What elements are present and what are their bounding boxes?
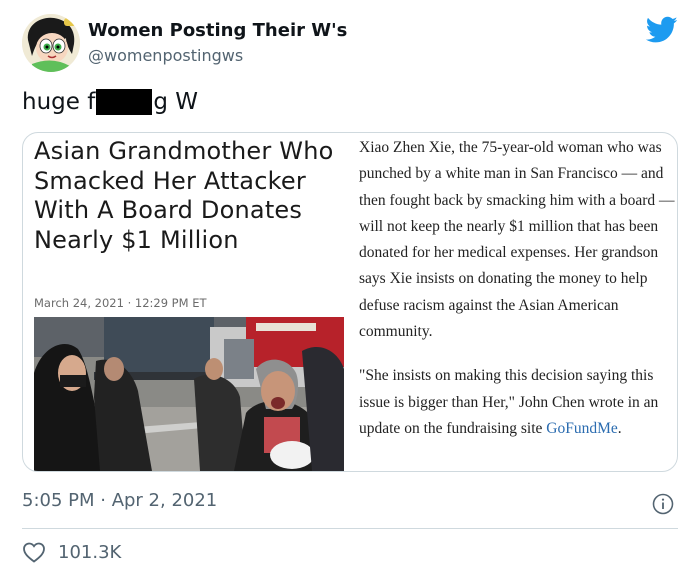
redaction-bar (96, 89, 153, 115)
twitter-bird-icon[interactable] (646, 16, 678, 44)
footer-divider (22, 528, 678, 529)
article-paragraph-1: Xiao Zhen Xie, the 75-year-old woman who… (359, 139, 675, 341)
author-name[interactable]: Women Posting Their W's (88, 20, 347, 42)
like-action[interactable]: 101.3K (22, 541, 121, 563)
tweet-text: huge f g W (22, 88, 198, 116)
tweet: Women Posting Their W's @womenpostingws … (0, 0, 700, 583)
info-icon[interactable] (652, 493, 674, 515)
news-screenshot-card[interactable]: Asian Grandmother Who Smacked Her Attack… (22, 132, 678, 472)
avatar[interactable] (22, 14, 80, 72)
heart-icon[interactable] (22, 541, 46, 563)
tweet-text-end: g W (153, 89, 198, 115)
gofundme-link[interactable]: GoFundMe (546, 420, 617, 437)
article-photo (34, 317, 344, 471)
author-block[interactable]: Women Posting Their W's @womenpostingws (88, 20, 347, 67)
article-paragraph-2-end: . (617, 419, 622, 437)
article-headline: Asian Grandmother Who Smacked Her Attack… (34, 137, 334, 254)
article-dateline: March 24, 2021 · 12:29 PM ET (34, 296, 207, 310)
article-body: Xiao Zhen Xie, the 75-year-old woman who… (359, 135, 677, 442)
tweet-timestamp[interactable]: 5:05 PM · Apr 2, 2021 (22, 490, 217, 511)
author-handle[interactable]: @womenpostingws (88, 45, 347, 67)
tweet-text-start: huge f (22, 89, 96, 115)
powerpuff-avatar-icon (22, 14, 80, 72)
article-paragraph-2: "She insists on making this decision say… (359, 363, 677, 442)
like-count: 101.3K (58, 541, 122, 563)
